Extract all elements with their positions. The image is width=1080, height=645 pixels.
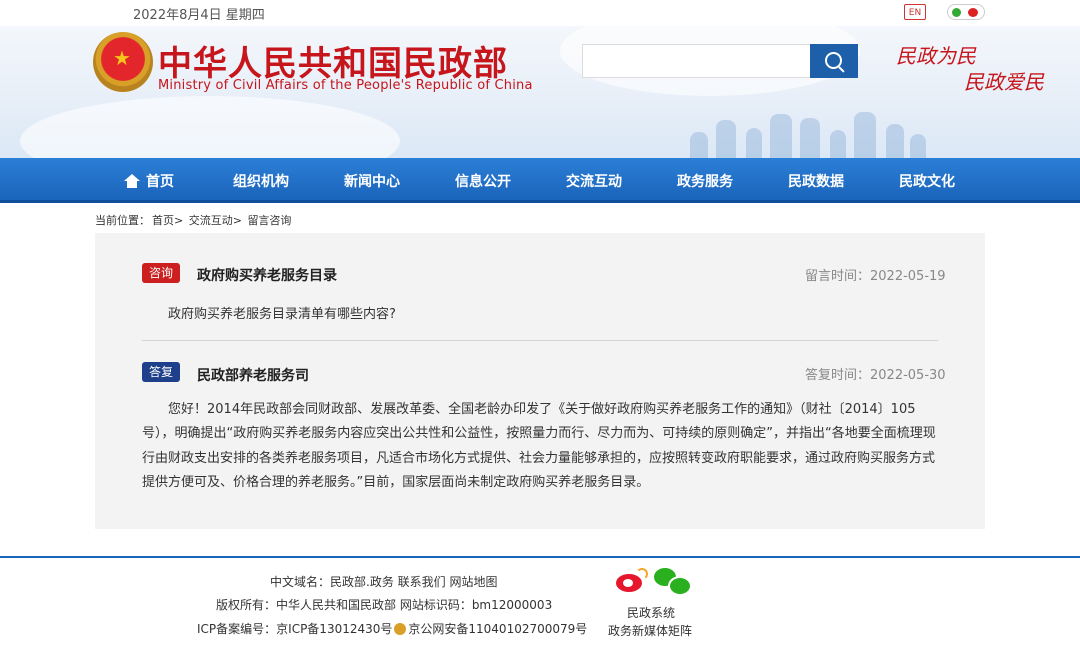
media-label-1: 民政系统 [627,606,676,620]
nav-item-info-disclosure[interactable]: 信息公开 [455,171,511,191]
nav-item-services[interactable]: 政务服务 [677,171,733,191]
wechat-mini-icon[interactable] [952,8,961,17]
social-links-icon[interactable] [947,4,985,20]
main-nav: 首页 组织机构 新闻中心 信息公开 交流互动 政务服务 民政数据 民政文化 [0,158,1080,203]
search-input[interactable] [582,44,812,78]
breadcrumb-home[interactable]: 首页> [152,214,183,227]
nav-item-culture[interactable]: 民政文化 [899,171,955,191]
breadcrumb: 当前位置： 首页> 交流互动> 留言咨询 [95,212,293,228]
cloud-decoration [20,96,400,158]
police-badge-icon [394,623,407,635]
search-icon [825,52,842,69]
question-title: 政府购买养老服务目录 [197,268,337,284]
nav-item-interaction[interactable]: 交流互动 [566,171,622,191]
footer-icp: ICP备案编号：京ICP备13012430号 京公网安备1104010270007… [197,620,587,637]
national-emblem-logo[interactable] [93,32,153,92]
top-bar: 2022年8月4日 星期四 EN [0,0,1080,26]
question-body: 政府购买养老服务目录清单有哪些内容? [168,307,396,322]
breadcrumb-label: 当前位置： [95,214,150,227]
home-icon [124,174,140,188]
weibo-mini-icon[interactable] [968,8,978,17]
footer-links[interactable]: 中文域名：民政部.政务 联系我们 网站地图 [270,573,497,590]
wechat-icon[interactable] [654,568,692,596]
divider [142,340,938,341]
weibo-icon[interactable] [614,568,648,594]
footer-copyright: 版权所有：中华人民共和国民政部 网站标识码：bm12000003 [216,598,553,612]
slogan-line-2: 民政爱民 [964,70,1044,94]
search-button[interactable] [810,44,858,78]
question-time: 留言时间：2022-05-19 [805,269,946,284]
english-version-icon[interactable]: EN [904,4,926,20]
media-label-2: 政务新媒体矩阵 [608,624,693,638]
answer-body: 您好！2014年民政部会同财政部、发展改革委、全国老龄办印发了《关于做好政府购买… [142,402,936,490]
nav-item-organization[interactable]: 组织机构 [233,171,289,191]
answer-time: 答复时间：2022-05-30 [805,368,946,383]
people-silhouette-decoration [690,108,930,158]
nav-item-data[interactable]: 民政数据 [788,171,844,191]
public-security-number[interactable]: 京公网安备11040102700079号 [408,622,587,636]
nav-item-news[interactable]: 新闻中心 [344,171,400,191]
current-date: 2022年8月4日 星期四 [133,8,265,23]
breadcrumb-current: 留言咨询 [247,214,292,227]
site-title-english: Ministry of Civil Affairs of the People'… [158,78,533,93]
question-tag: 咨询 [142,263,180,283]
icp-number[interactable]: ICP备案编号：京ICP备13012430号 [197,622,392,636]
breadcrumb-interaction[interactable]: 交流互动> [189,214,242,227]
nav-item-home[interactable]: 首页 [124,171,174,191]
footer-divider [0,556,1080,558]
answer-tag: 答复 [142,362,180,382]
slogan-line-1: 民政为民 [896,44,976,68]
answer-department: 民政部养老服务司 [197,368,309,384]
